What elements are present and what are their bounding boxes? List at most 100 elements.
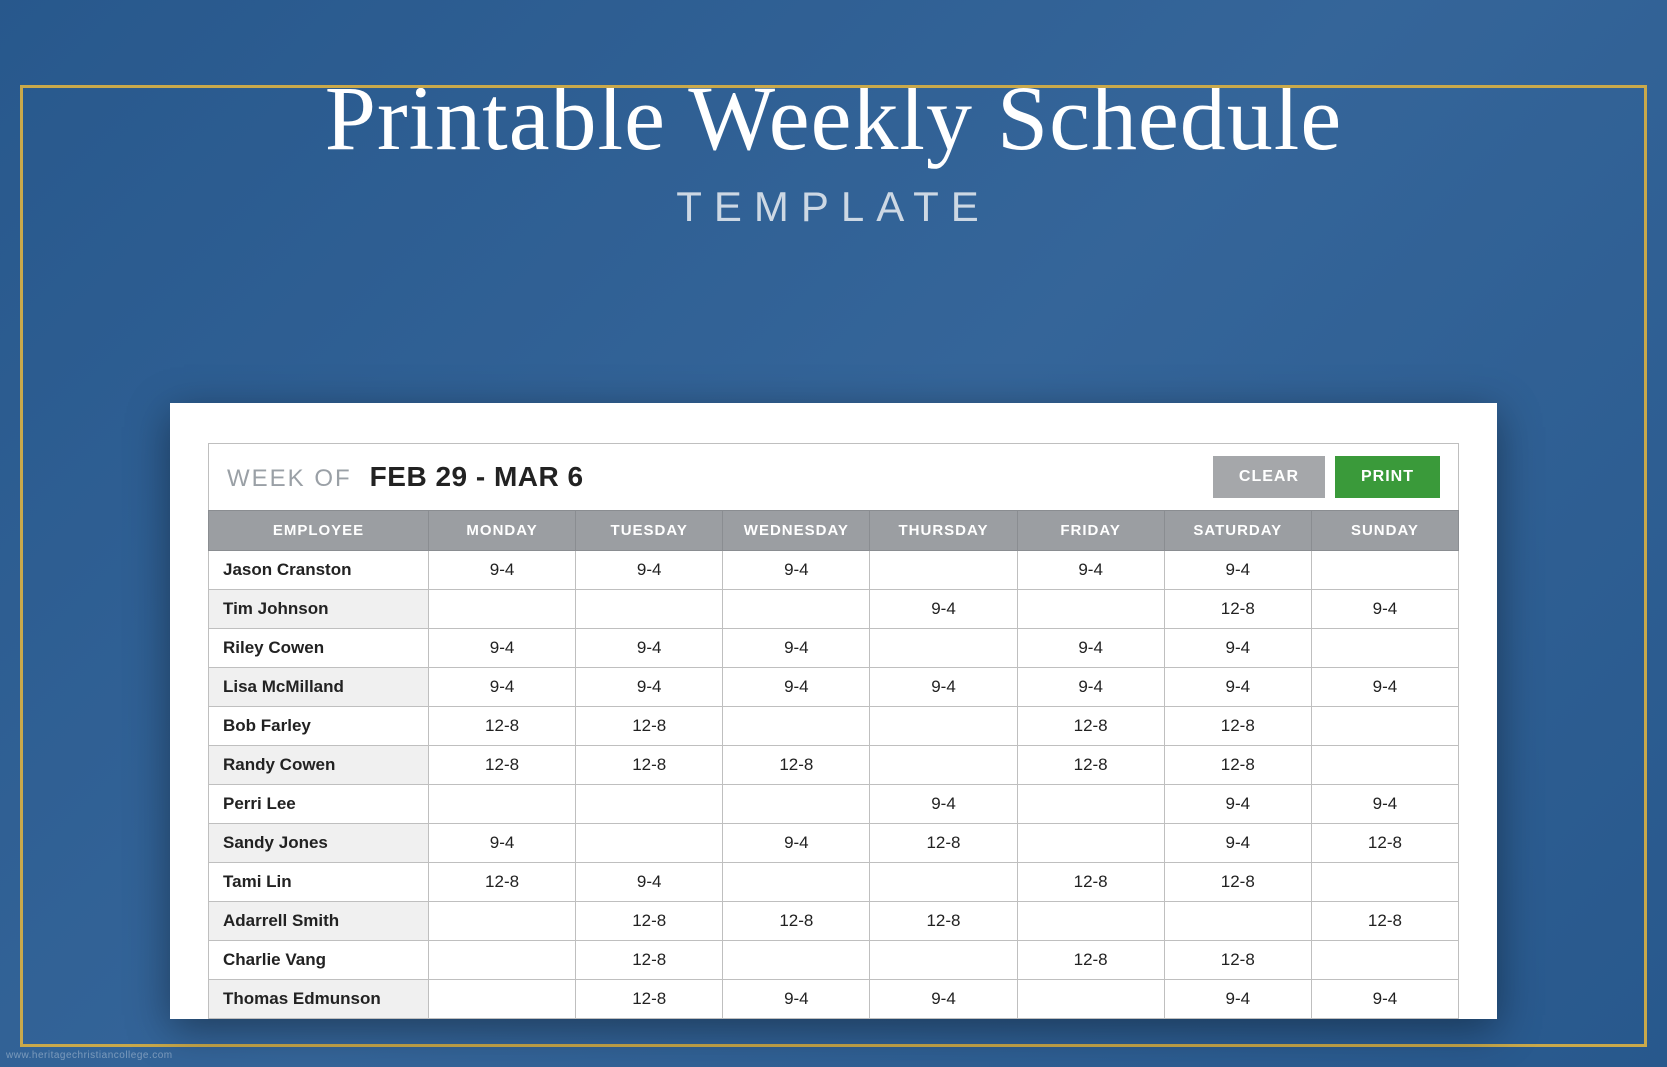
table-header-row: EMPLOYEE MONDAY TUESDAY WEDNESDAY THURSD… (209, 511, 1459, 551)
shift-cell: 9-4 (723, 668, 870, 707)
shift-cell: 12-8 (429, 707, 576, 746)
shift-cell: 9-4 (1164, 668, 1311, 707)
week-of: WEEK OF FEB 29 - MAR 6 (227, 461, 584, 493)
table-row: Bob Farley12-812-812-812-8 (209, 707, 1459, 746)
shift-cell: 9-4 (429, 551, 576, 590)
table-row: Adarrell Smith12-812-812-812-8 (209, 902, 1459, 941)
shift-cell: 9-4 (723, 629, 870, 668)
shift-cell (1311, 746, 1458, 785)
shift-cell (723, 590, 870, 629)
shift-cell: 12-8 (576, 941, 723, 980)
table-row: Tim Johnson9-412-89-4 (209, 590, 1459, 629)
col-saturday: SATURDAY (1164, 511, 1311, 551)
shift-cell (870, 746, 1017, 785)
shift-cell: 12-8 (576, 707, 723, 746)
shift-cell: 9-4 (870, 590, 1017, 629)
shift-cell: 12-8 (1164, 590, 1311, 629)
shift-cell (429, 902, 576, 941)
shift-cell: 12-8 (723, 746, 870, 785)
shift-cell: 9-4 (870, 980, 1017, 1019)
shift-cell (870, 629, 1017, 668)
table-row: Riley Cowen9-49-49-49-49-4 (209, 629, 1459, 668)
table-row: Perri Lee9-49-49-4 (209, 785, 1459, 824)
shift-cell: 9-4 (576, 629, 723, 668)
shift-cell (1311, 941, 1458, 980)
shift-cell (1017, 785, 1164, 824)
shift-cell: 12-8 (1311, 902, 1458, 941)
employee-name: Perri Lee (209, 785, 429, 824)
shift-cell: 9-4 (1311, 785, 1458, 824)
shift-cell: 12-8 (870, 824, 1017, 863)
col-employee: EMPLOYEE (209, 511, 429, 551)
shift-cell (723, 863, 870, 902)
shift-cell (429, 941, 576, 980)
shift-cell (1017, 824, 1164, 863)
shift-cell: 9-4 (1311, 668, 1458, 707)
shift-cell: 12-8 (1164, 746, 1311, 785)
shift-cell: 9-4 (576, 668, 723, 707)
clear-button[interactable]: CLEAR (1213, 456, 1325, 498)
shift-cell: 12-8 (1164, 863, 1311, 902)
shift-cell (429, 980, 576, 1019)
shift-cell: 9-4 (576, 551, 723, 590)
shift-cell: 12-8 (429, 863, 576, 902)
employee-name: Tami Lin (209, 863, 429, 902)
shift-cell: 9-4 (1017, 629, 1164, 668)
shift-cell: 9-4 (1164, 785, 1311, 824)
shift-cell: 12-8 (576, 902, 723, 941)
table-row: Tami Lin12-89-412-812-8 (209, 863, 1459, 902)
shift-cell: 12-8 (1311, 824, 1458, 863)
shift-cell (576, 824, 723, 863)
sheet-header: WEEK OF FEB 29 - MAR 6 CLEAR PRINT (208, 443, 1459, 510)
shift-cell: 12-8 (723, 902, 870, 941)
shift-cell: 12-8 (1164, 707, 1311, 746)
schedule-sheet: WEEK OF FEB 29 - MAR 6 CLEAR PRINT EMPLO… (170, 403, 1497, 1019)
shift-cell (429, 590, 576, 629)
shift-cell (870, 863, 1017, 902)
shift-cell: 9-4 (870, 785, 1017, 824)
print-button[interactable]: PRINT (1335, 456, 1440, 498)
shift-cell (1311, 551, 1458, 590)
week-of-label: WEEK OF (227, 465, 352, 493)
button-group: CLEAR PRINT (1213, 456, 1440, 498)
shift-cell (723, 941, 870, 980)
shift-cell (1311, 863, 1458, 902)
col-tuesday: TUESDAY (576, 511, 723, 551)
employee-name: Bob Farley (209, 707, 429, 746)
shift-cell: 9-4 (723, 551, 870, 590)
shift-cell: 9-4 (870, 668, 1017, 707)
col-monday: MONDAY (429, 511, 576, 551)
shift-cell: 12-8 (1017, 941, 1164, 980)
shift-cell (870, 707, 1017, 746)
shift-cell: 9-4 (429, 824, 576, 863)
shift-cell: 9-4 (1311, 590, 1458, 629)
shift-cell (1017, 980, 1164, 1019)
shift-cell: 9-4 (1164, 629, 1311, 668)
shift-cell: 9-4 (1164, 980, 1311, 1019)
shift-cell (1311, 629, 1458, 668)
table-row: Lisa McMilland9-49-49-49-49-49-49-4 (209, 668, 1459, 707)
employee-name: Lisa McMilland (209, 668, 429, 707)
watermark: www.heritagechristiancollege.com (6, 1050, 173, 1061)
employee-name: Riley Cowen (209, 629, 429, 668)
shift-cell: 9-4 (1164, 551, 1311, 590)
shift-cell: 12-8 (1164, 941, 1311, 980)
shift-cell: 9-4 (1017, 668, 1164, 707)
employee-name: Randy Cowen (209, 746, 429, 785)
employee-name: Tim Johnson (209, 590, 429, 629)
shift-cell (723, 707, 870, 746)
shift-cell: 9-4 (1017, 551, 1164, 590)
shift-cell: 9-4 (1164, 824, 1311, 863)
shift-cell (576, 785, 723, 824)
shift-cell: 9-4 (1311, 980, 1458, 1019)
shift-cell: 9-4 (723, 980, 870, 1019)
table-row: Jason Cranston9-49-49-49-49-4 (209, 551, 1459, 590)
schedule-table: EMPLOYEE MONDAY TUESDAY WEDNESDAY THURSD… (208, 510, 1459, 1019)
shift-cell: 12-8 (870, 902, 1017, 941)
shift-cell (723, 785, 870, 824)
shift-cell: 9-4 (576, 863, 723, 902)
shift-cell (429, 785, 576, 824)
col-friday: FRIDAY (1017, 511, 1164, 551)
table-row: Charlie Vang12-812-812-8 (209, 941, 1459, 980)
shift-cell: 12-8 (1017, 746, 1164, 785)
